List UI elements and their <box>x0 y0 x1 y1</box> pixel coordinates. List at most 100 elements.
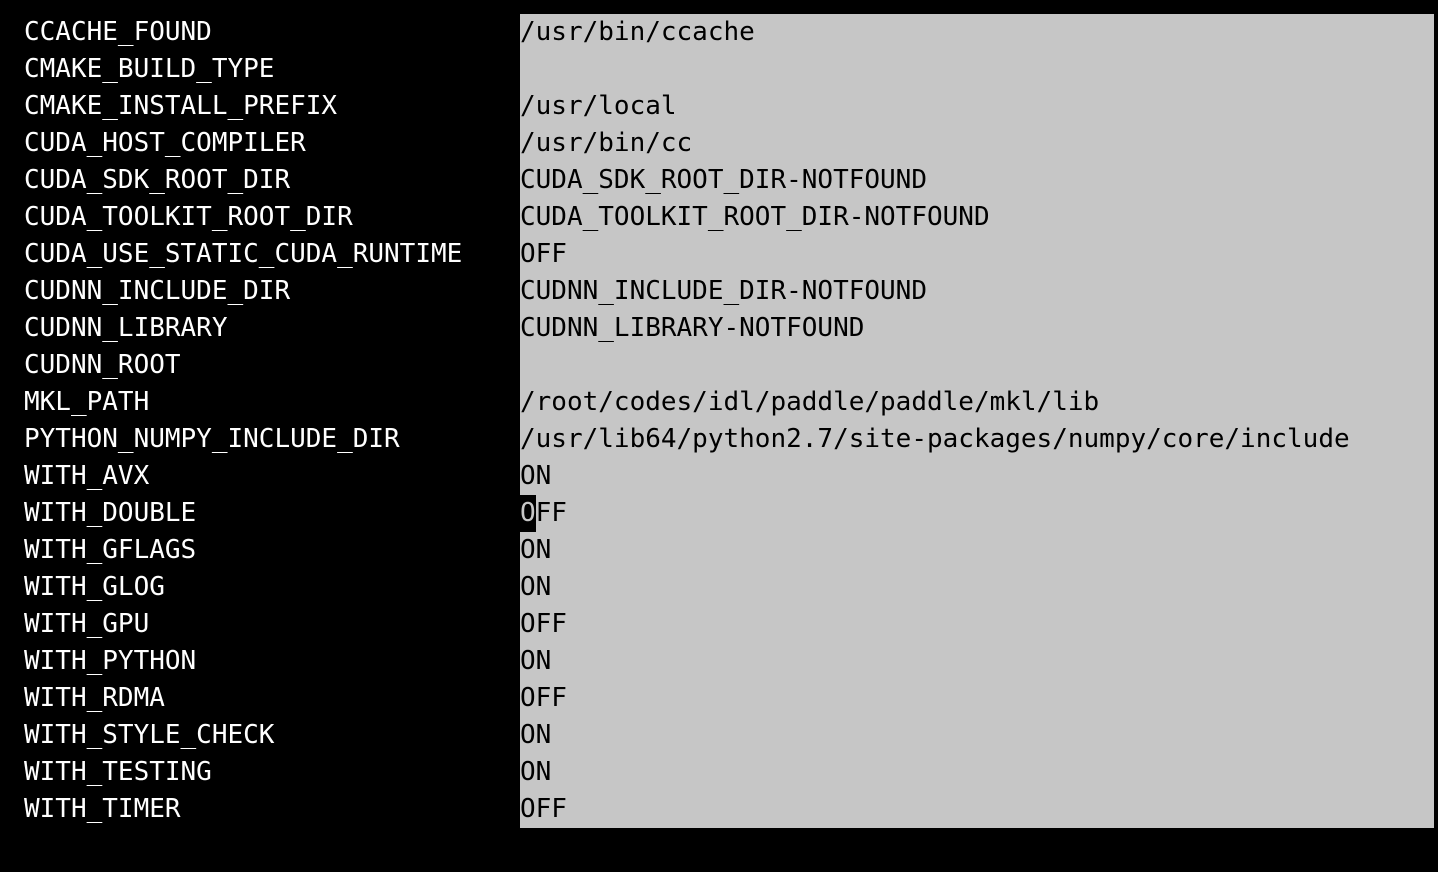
cache-entry-row[interactable]: CUDA_SDK_ROOT_DIRCUDA_SDK_ROOT_DIR-NOTFO… <box>0 162 1438 199</box>
cache-entry-value[interactable] <box>520 51 1434 88</box>
cache-entry-row[interactable]: CUDNN_ROOT <box>0 347 1438 384</box>
row-right-gap <box>1434 51 1438 88</box>
cache-entry-value[interactable]: CUDNN_LIBRARY-NOTFOUND <box>520 310 1434 347</box>
cache-entry-name: WITH_TESTING <box>24 754 520 791</box>
cache-entry-name: WITH_TIMER <box>24 791 520 828</box>
row-gutter <box>0 384 24 421</box>
cache-entry-list[interactable]: CCACHE_FOUND/usr/bin/ccacheCMAKE_BUILD_T… <box>0 14 1438 828</box>
row-gutter <box>0 51 24 88</box>
cache-entry-name: WITH_DOUBLE <box>24 495 520 532</box>
cache-entry-value[interactable]: /root/codes/idl/paddle/paddle/mkl/lib <box>520 384 1434 421</box>
cache-entry-name: WITH_STYLE_CHECK <box>24 717 520 754</box>
text-cursor: O <box>520 495 536 532</box>
row-right-gap <box>1434 310 1438 347</box>
cache-entry-row[interactable]: WITH_GPUOFF <box>0 606 1438 643</box>
row-right-gap <box>1434 14 1438 51</box>
row-right-gap <box>1434 532 1438 569</box>
cache-entry-value[interactable]: /usr/local <box>520 88 1434 125</box>
cache-entry-name: WITH_GPU <box>24 606 520 643</box>
cache-entry-value[interactable]: ON <box>520 569 1434 606</box>
row-right-gap <box>1434 162 1438 199</box>
cache-entry-value[interactable]: OFF <box>520 236 1434 273</box>
row-gutter <box>0 125 24 162</box>
cache-entry-value[interactable]: ON <box>520 643 1434 680</box>
cache-entry-value[interactable]: ON <box>520 717 1434 754</box>
cache-entry-value[interactable]: CUDNN_INCLUDE_DIR-NOTFOUND <box>520 273 1434 310</box>
row-gutter <box>0 791 24 828</box>
row-gutter <box>0 421 24 458</box>
row-gutter <box>0 310 24 347</box>
cache-entry-row[interactable]: CUDA_TOOLKIT_ROOT_DIRCUDA_TOOLKIT_ROOT_D… <box>0 199 1438 236</box>
cache-entry-row[interactable]: CUDNN_INCLUDE_DIRCUDNN_INCLUDE_DIR-NOTFO… <box>0 273 1438 310</box>
cache-entry-row[interactable]: WITH_GFLAGSON <box>0 532 1438 569</box>
row-right-gap <box>1434 680 1438 717</box>
cache-entry-row[interactable]: CCACHE_FOUND/usr/bin/ccache <box>0 14 1438 51</box>
row-gutter <box>0 754 24 791</box>
cache-entry-row[interactable]: CMAKE_INSTALL_PREFIX/usr/local <box>0 88 1438 125</box>
cache-entry-row[interactable]: WITH_RDMAOFF <box>0 680 1438 717</box>
row-gutter <box>0 680 24 717</box>
row-right-gap <box>1434 495 1438 532</box>
row-gutter <box>0 458 24 495</box>
row-right-gap <box>1434 754 1438 791</box>
cache-entry-row[interactable]: CUDNN_LIBRARYCUDNN_LIBRARY-NOTFOUND <box>0 310 1438 347</box>
cache-entry-name: WITH_AVX <box>24 458 520 495</box>
row-right-gap <box>1434 421 1438 458</box>
cache-entry-name: WITH_GLOG <box>24 569 520 606</box>
row-gutter <box>0 236 24 273</box>
cache-entry-name: WITH_GFLAGS <box>24 532 520 569</box>
cache-entry-value[interactable]: ON <box>520 532 1434 569</box>
row-right-gap <box>1434 458 1438 495</box>
cache-entry-row[interactable]: WITH_DOUBLEOFF <box>0 495 1438 532</box>
row-right-gap <box>1434 643 1438 680</box>
cache-entry-value[interactable]: OFF <box>520 495 1434 532</box>
row-gutter <box>0 347 24 384</box>
cache-entry-row[interactable]: PYTHON_NUMPY_INCLUDE_DIR/usr/lib64/pytho… <box>0 421 1438 458</box>
row-right-gap <box>1434 125 1438 162</box>
row-gutter <box>0 273 24 310</box>
row-gutter <box>0 717 24 754</box>
cache-entry-row[interactable]: WITH_AVXON <box>0 458 1438 495</box>
cache-entry-row[interactable]: WITH_PYTHONON <box>0 643 1438 680</box>
cache-entry-value[interactable]: ON <box>520 754 1434 791</box>
cache-entry-row[interactable]: WITH_TESTINGON <box>0 754 1438 791</box>
cache-entry-name: CUDNN_LIBRARY <box>24 310 520 347</box>
cache-entry-value[interactable]: /usr/bin/cc <box>520 125 1434 162</box>
cache-entry-value[interactable]: ON <box>520 458 1434 495</box>
row-gutter <box>0 569 24 606</box>
row-right-gap <box>1434 717 1438 754</box>
cache-entry-value[interactable]: CUDA_TOOLKIT_ROOT_DIR-NOTFOUND <box>520 199 1434 236</box>
cache-entry-row[interactable]: WITH_STYLE_CHECKON <box>0 717 1438 754</box>
row-gutter <box>0 14 24 51</box>
row-gutter <box>0 643 24 680</box>
cache-entry-name: PYTHON_NUMPY_INCLUDE_DIR <box>24 421 520 458</box>
cache-entry-value[interactable]: OFF <box>520 606 1434 643</box>
cache-entry-name: CMAKE_INSTALL_PREFIX <box>24 88 520 125</box>
cache-entry-value-text: FF <box>536 498 567 528</box>
cache-entry-value[interactable]: CUDA_SDK_ROOT_DIR-NOTFOUND <box>520 162 1434 199</box>
cache-entry-name: CUDA_TOOLKIT_ROOT_DIR <box>24 199 520 236</box>
row-gutter <box>0 606 24 643</box>
row-right-gap <box>1434 199 1438 236</box>
row-right-gap <box>1434 569 1438 606</box>
cache-entry-name: CUDA_USE_STATIC_CUDA_RUNTIME <box>24 236 520 273</box>
cache-entry-row[interactable]: CUDA_HOST_COMPILER/usr/bin/cc <box>0 125 1438 162</box>
cache-entry-value[interactable]: OFF <box>520 680 1434 717</box>
cache-entry-row[interactable]: MKL_PATH/root/codes/idl/paddle/paddle/mk… <box>0 384 1438 421</box>
cache-entry-row[interactable]: CMAKE_BUILD_TYPE <box>0 51 1438 88</box>
row-gutter <box>0 495 24 532</box>
row-gutter <box>0 88 24 125</box>
cache-entry-row[interactable]: CUDA_USE_STATIC_CUDA_RUNTIMEOFF <box>0 236 1438 273</box>
cache-entry-name: WITH_RDMA <box>24 680 520 717</box>
cache-entry-row[interactable]: WITH_TIMEROFF <box>0 791 1438 828</box>
row-right-gap <box>1434 606 1438 643</box>
cache-entry-value[interactable]: /usr/lib64/python2.7/site-packages/numpy… <box>520 421 1434 458</box>
row-right-gap <box>1434 88 1438 125</box>
cache-entry-name: CUDNN_ROOT <box>24 347 520 384</box>
cache-entry-value[interactable]: /usr/bin/ccache <box>520 14 1434 51</box>
row-gutter <box>0 162 24 199</box>
cache-entry-row[interactable]: WITH_GLOGON <box>0 569 1438 606</box>
cache-entry-value[interactable] <box>520 347 1434 384</box>
ccmake-config-screen: CCACHE_FOUND/usr/bin/ccacheCMAKE_BUILD_T… <box>0 0 1438 872</box>
cache-entry-value[interactable]: OFF <box>520 791 1434 828</box>
